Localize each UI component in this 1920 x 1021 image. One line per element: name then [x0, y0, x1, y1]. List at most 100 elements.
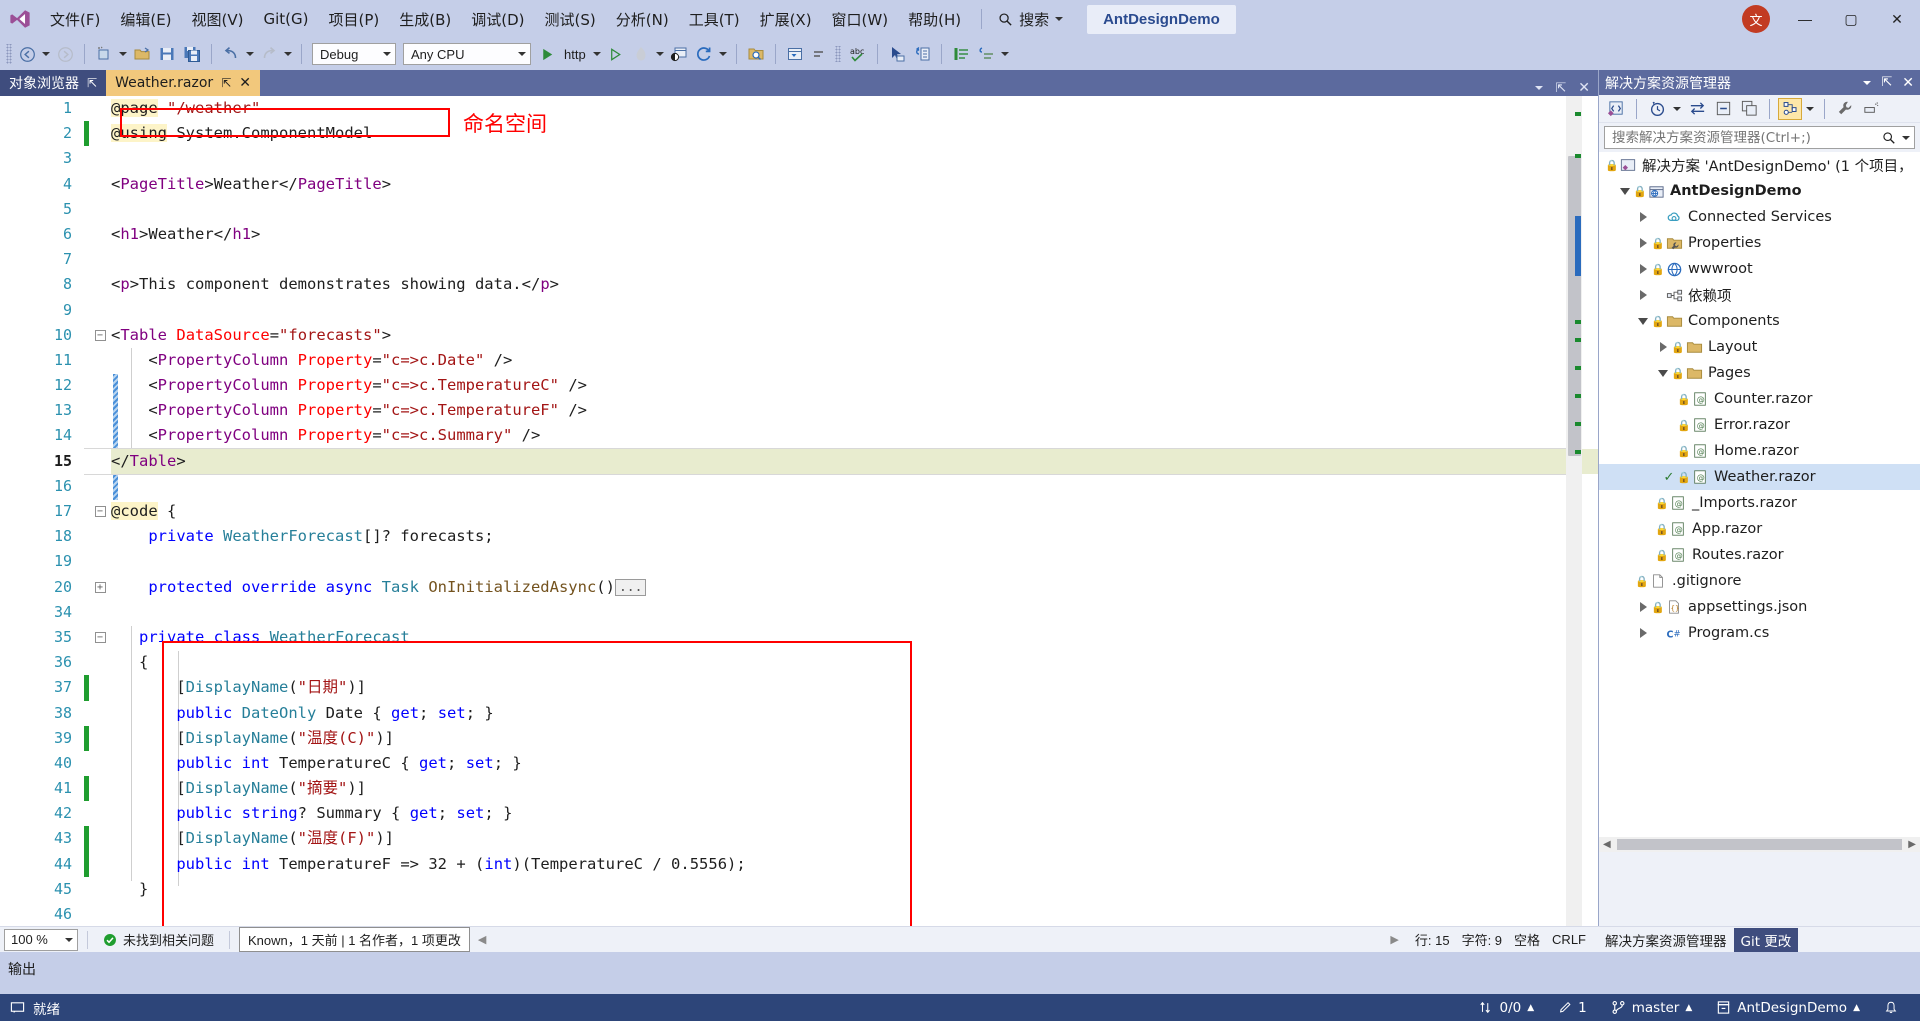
- expander-closed[interactable]: [1635, 290, 1651, 300]
- tree-node-connected-services[interactable]: Connected Services: [1599, 204, 1920, 230]
- close-icon[interactable]: ✕: [239, 75, 251, 91]
- menu-edit[interactable]: 编辑(E): [110, 6, 181, 33]
- tree-node-pages[interactable]: 🔒 Pages: [1599, 360, 1920, 386]
- code-line[interactable]: 18 private WeatherForecast[]? forecasts;: [0, 524, 1598, 549]
- menu-git[interactable]: Git(G): [254, 7, 319, 31]
- pending-changes-button[interactable]: [1645, 98, 1669, 120]
- scroll-right-icon[interactable]: ▶: [1390, 933, 1408, 946]
- code-line[interactable]: 9: [0, 298, 1598, 323]
- line-ending-status[interactable]: CRLF: [1546, 932, 1598, 947]
- scroll-left-icon[interactable]: ◀: [1599, 839, 1615, 850]
- code-line[interactable]: 1 @page "/weather": [0, 96, 1598, 121]
- properties-window-button[interactable]: [783, 41, 807, 67]
- expander-closed[interactable]: [1635, 238, 1651, 248]
- tree-node-appsettings-json[interactable]: 🔒 {} appsettings.json: [1599, 594, 1920, 620]
- code-line[interactable]: 40 public int TemperatureC { get; set; }: [0, 751, 1598, 776]
- expander-closed[interactable]: [1635, 602, 1651, 612]
- code-line[interactable]: 43 [DisplayName("温度(F)")]: [0, 826, 1598, 852]
- new-project-dropdown[interactable]: [117, 41, 129, 67]
- navigate-backward-dropdown[interactable]: [40, 41, 52, 67]
- bottom-tab-git-changes[interactable]: Git 更改: [1733, 928, 1799, 952]
- spell-check-button[interactable]: abc: [846, 41, 870, 67]
- code-line[interactable]: 16: [0, 474, 1598, 499]
- code-line[interactable]: 10 − <Table DataSource="forecasts">: [0, 323, 1598, 348]
- menu-view[interactable]: 视图(V): [182, 6, 254, 33]
- code-line[interactable]: 7: [0, 247, 1598, 272]
- pin-icon[interactable]: ⇱: [221, 76, 231, 90]
- pending-changes-dropdown[interactable]: [1671, 96, 1683, 122]
- menu-debug[interactable]: 调试(D): [461, 6, 534, 33]
- code-line[interactable]: 14 <PropertyColumn Property="c=>c.Summar…: [0, 423, 1598, 448]
- solution-platform-combo[interactable]: Any CPU: [403, 43, 531, 65]
- tree-node-project[interactable]: 🔒 AntDesignDemo: [1599, 178, 1920, 204]
- expander-open[interactable]: [1617, 187, 1633, 195]
- menu-analyze[interactable]: 分析(N): [606, 6, 679, 33]
- code-line[interactable]: 13 <PropertyColumn Property="c=>c.Temper…: [0, 398, 1598, 423]
- pin-icon[interactable]: ⇱: [87, 76, 97, 90]
- toolbox-button[interactable]: [808, 41, 832, 67]
- tree-node-solution[interactable]: 🔒 解决方案 'AntDesignDemo' (1 个项目，: [1599, 152, 1920, 178]
- menu-help[interactable]: 帮助(H): [898, 6, 971, 33]
- code-line[interactable]: 38 public DateOnly Date { get; set; }: [0, 701, 1598, 726]
- code-line[interactable]: 35 − private class WeatherForecast: [0, 625, 1598, 650]
- tree-node-program-cs[interactable]: C # Program.cs: [1599, 620, 1920, 646]
- menu-extensions[interactable]: 扩展(X): [750, 6, 822, 33]
- menu-test[interactable]: 测试(S): [535, 6, 606, 33]
- start-without-debugging-button[interactable]: [604, 41, 628, 67]
- scroll-left-icon[interactable]: ◀: [470, 933, 486, 946]
- toolbox-dropdown[interactable]: [833, 41, 845, 67]
- tree-node-components[interactable]: 🔒 Components: [1599, 308, 1920, 334]
- code-line[interactable]: 46: [0, 902, 1598, 926]
- pin-icon[interactable]: ⇱: [1555, 80, 1566, 96]
- git-sync-status[interactable]: 0/0 ▲: [1467, 994, 1546, 1021]
- code-line[interactable]: 42 public string? Summary { get; set; }: [0, 801, 1598, 826]
- git-blame-info[interactable]: Known，1 天前 | 1 名作者，1 项更改: [239, 927, 470, 952]
- code-line[interactable]: 2 @using System.ComponentModel: [0, 121, 1598, 147]
- scroll-right-icon[interactable]: ▶: [1904, 839, 1920, 850]
- editor-vertical-scrollbar[interactable]: [1566, 96, 1582, 926]
- save-button[interactable]: [155, 41, 179, 67]
- indentation-status[interactable]: 空格: [1508, 930, 1546, 949]
- active-files-chevron-icon[interactable]: [1535, 85, 1544, 90]
- menu-build[interactable]: 生成(B): [389, 6, 461, 33]
- solution-name-chip[interactable]: AntDesignDemo: [1087, 4, 1236, 34]
- solution-explorer-horizontal-scrollbar[interactable]: ◀ ▶: [1599, 837, 1920, 852]
- redo-dropdown[interactable]: [282, 41, 294, 67]
- maximize-button[interactable]: ▢: [1828, 0, 1874, 38]
- undo-dropdown[interactable]: [244, 41, 256, 67]
- code-line[interactable]: 6 <h1>Weather</h1>: [0, 222, 1598, 247]
- code-line-current[interactable]: 15 </Table>: [0, 448, 1598, 474]
- tree-node-imports-razor[interactable]: 🔒 @ _Imports.razor: [1599, 490, 1920, 516]
- editor-scroll-thumb[interactable]: [1568, 156, 1581, 456]
- refresh-button[interactable]: [692, 41, 716, 67]
- show-all-files-button[interactable]: [1737, 98, 1761, 120]
- git-branch-status[interactable]: master ▲: [1599, 994, 1705, 1021]
- expander-open[interactable]: [1655, 369, 1671, 377]
- code-line[interactable]: 36 {: [0, 650, 1598, 675]
- navigate-forward-button[interactable]: [53, 41, 77, 67]
- tab-object-browser[interactable]: 对象浏览器 ⇱: [0, 70, 107, 96]
- code-line[interactable]: 45 }: [0, 877, 1598, 902]
- pin-icon[interactable]: ⇱: [1881, 75, 1892, 90]
- expander-open[interactable]: [1635, 317, 1651, 325]
- tree-node-home-razor[interactable]: 🔒 @ Home.razor: [1599, 438, 1920, 464]
- undo-button[interactable]: [219, 41, 243, 67]
- collapsed-region-ellipsis[interactable]: ...: [614, 578, 647, 596]
- tree-node-error-razor[interactable]: 🔒 @ Error.razor: [1599, 412, 1920, 438]
- run-target-label[interactable]: http: [560, 47, 590, 62]
- uncomment-selection-button[interactable]: [974, 41, 998, 67]
- output-pane-label[interactable]: 输出: [8, 959, 36, 979]
- git-repository-status[interactable]: AntDesignDemo ▲: [1704, 994, 1872, 1021]
- bottom-tab-solution-explorer[interactable]: 解决方案资源管理器: [1598, 928, 1734, 952]
- code-line[interactable]: 4 <PageTitle>Weather</PageTitle>: [0, 172, 1598, 197]
- select-window-button[interactable]: [667, 41, 691, 67]
- refresh-dropdown[interactable]: [717, 41, 729, 67]
- go-to-definition-button[interactable]: [910, 41, 934, 67]
- close-icon[interactable]: ✕: [1578, 79, 1590, 96]
- feedback-status[interactable]: [1872, 994, 1910, 1021]
- tree-node-dependencies[interactable]: 依赖项: [1599, 282, 1920, 308]
- pending-changes-status[interactable]: 1: [1546, 994, 1599, 1021]
- code-view-button[interactable]: [1604, 98, 1628, 120]
- expand-toggle[interactable]: +: [94, 581, 106, 593]
- toolbar-grip[interactable]: [6, 44, 12, 64]
